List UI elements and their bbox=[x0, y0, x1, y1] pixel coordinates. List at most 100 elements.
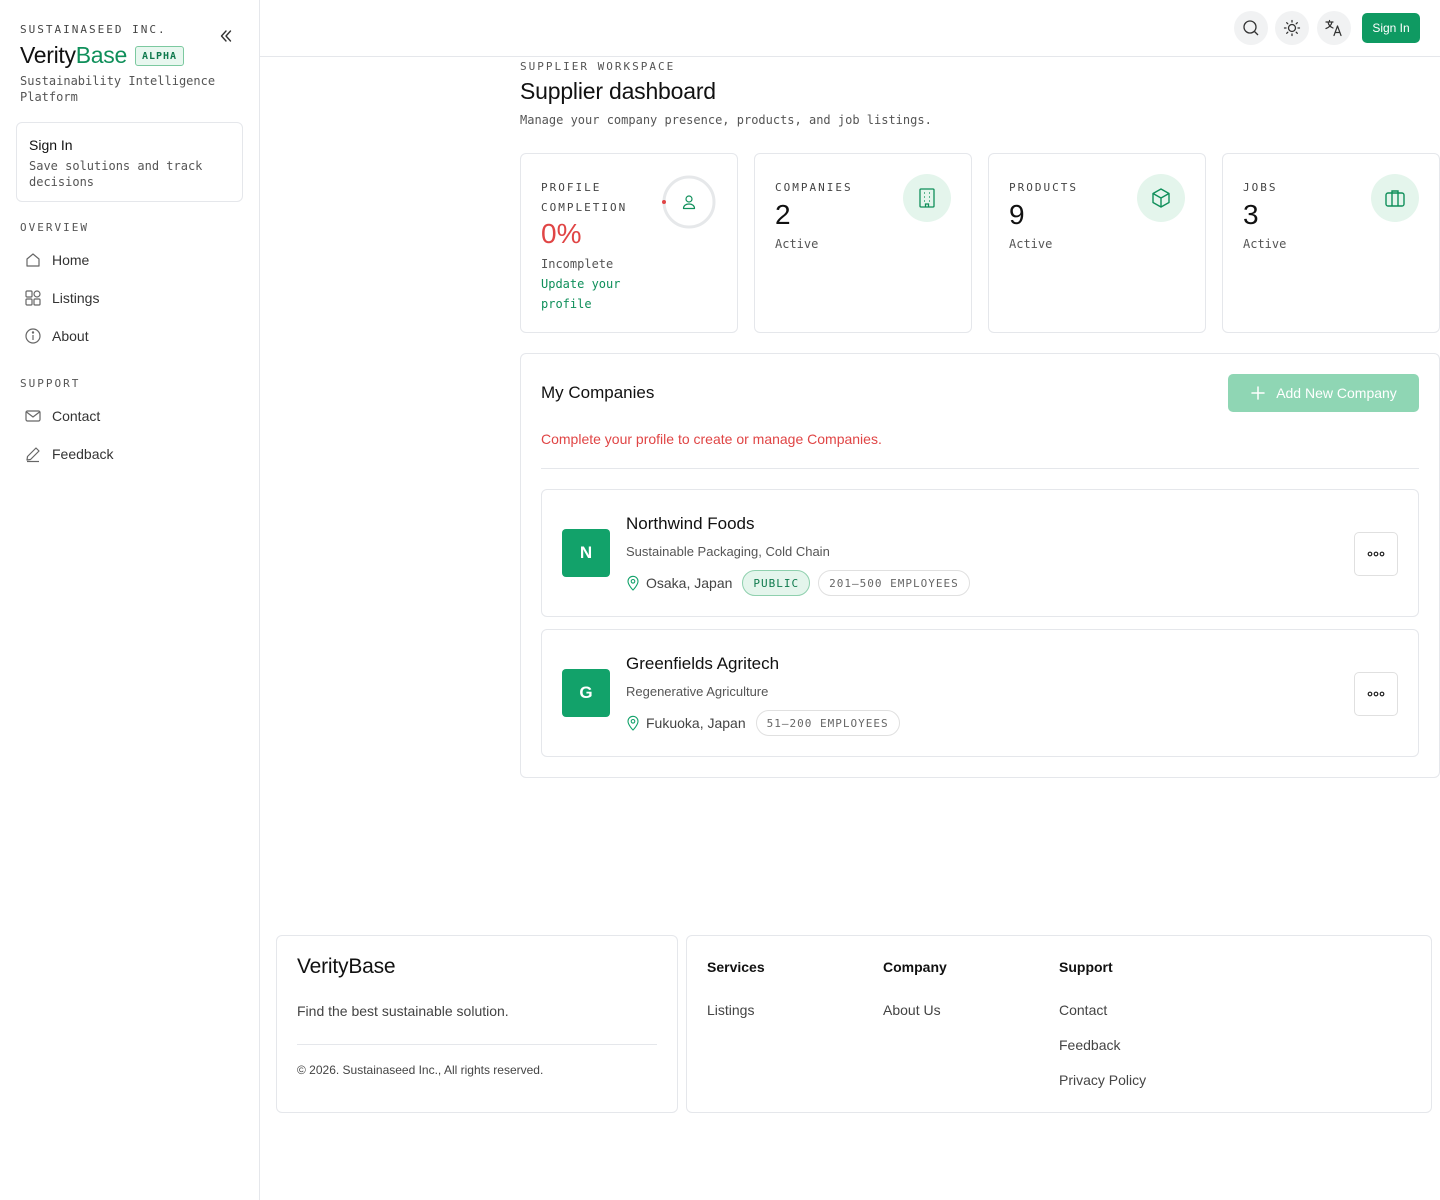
collapse-sidebar-button[interactable] bbox=[216, 26, 236, 46]
page-eyebrow: SUPPLIER WORKSPACE bbox=[520, 60, 676, 73]
company-row[interactable]: G Greenfields Agritech Regenerative Agri… bbox=[541, 629, 1419, 757]
more-horizontal-icon bbox=[1367, 691, 1385, 697]
info-icon bbox=[24, 327, 42, 345]
language-button[interactable] bbox=[1317, 11, 1351, 45]
divider bbox=[297, 1044, 657, 1045]
sidebar-item-label: Home bbox=[52, 252, 90, 268]
company-row[interactable]: N Northwind Foods Sustainable Packaging,… bbox=[541, 489, 1419, 617]
brand-accent: Base bbox=[75, 42, 128, 68]
search-icon bbox=[1243, 20, 1259, 36]
pencil-icon bbox=[24, 445, 42, 463]
products-stat-card: PRODUCTS 9 Active bbox=[988, 153, 1206, 333]
profile-completion-value: 0% bbox=[541, 218, 582, 249]
sidebar-item-listings[interactable]: Listings bbox=[16, 282, 243, 314]
products-count: 9 bbox=[1009, 199, 1025, 230]
footer-heading: Company bbox=[883, 959, 947, 975]
company-location-text: Fukuoka, Japan bbox=[646, 715, 746, 731]
header-signin-button[interactable]: Sign In bbox=[1362, 13, 1420, 43]
sidebar-item-home[interactable]: Home bbox=[16, 244, 243, 276]
search-button[interactable] bbox=[1234, 11, 1268, 45]
stat-label: COMPANIES bbox=[775, 181, 853, 194]
grid-icon bbox=[24, 289, 42, 307]
theme-toggle-button[interactable] bbox=[1275, 11, 1309, 45]
sun-icon bbox=[1283, 19, 1301, 37]
sidebar-item-contact[interactable]: Contact bbox=[16, 400, 243, 432]
profile-status: Incomplete bbox=[541, 257, 614, 271]
translate-icon bbox=[1325, 19, 1342, 37]
footer-heading: Services bbox=[707, 959, 765, 975]
copyright: © 2026. Sustainaseed Inc., All rights re… bbox=[297, 1063, 544, 1077]
map-pin-icon bbox=[626, 575, 640, 591]
visibility-badge: PUBLIC bbox=[742, 570, 811, 596]
company-meta: Osaka, Japan PUBLIC 201–500 EMPLOYEES bbox=[626, 570, 978, 596]
stat-sub: Active bbox=[1009, 237, 1053, 251]
company-categories: Regenerative Agriculture bbox=[626, 684, 769, 699]
sidebar-item-feedback[interactable]: Feedback bbox=[16, 438, 243, 470]
footer-link-contact[interactable]: Contact bbox=[1059, 1002, 1146, 1018]
sidebar-item-label: Contact bbox=[52, 408, 101, 424]
support-section-label: SUPPORT bbox=[20, 377, 81, 390]
add-company-label: Add New Company bbox=[1276, 385, 1397, 401]
companies-stat-card: COMPANIES 2 Active bbox=[754, 153, 972, 333]
company-name[interactable]: Northwind Foods bbox=[626, 514, 755, 534]
signin-card-title: Sign In bbox=[29, 137, 73, 153]
companies-count: 2 bbox=[775, 199, 791, 230]
company-location-text: Osaka, Japan bbox=[646, 575, 733, 591]
footer-column-company: Company About Us bbox=[883, 959, 947, 1037]
sidebar-item-about[interactable]: About bbox=[16, 320, 243, 352]
company-location: Fukuoka, Japan bbox=[626, 715, 746, 731]
stat-label: PROFILE COMPLETION bbox=[541, 181, 628, 214]
footer-links-card: Services Listings Company About Us Suppo… bbox=[686, 935, 1432, 1113]
footer-link-privacy[interactable]: Privacy Policy bbox=[1059, 1072, 1146, 1088]
divider bbox=[541, 468, 1419, 469]
chevrons-left-icon bbox=[220, 30, 232, 42]
footer-brand: VerityBase bbox=[297, 955, 396, 978]
jobs-count: 3 bbox=[1243, 199, 1259, 230]
company-name[interactable]: Greenfields Agritech bbox=[626, 654, 779, 674]
map-pin-icon bbox=[626, 715, 640, 731]
stat-label: JOBS bbox=[1243, 181, 1278, 194]
employees-badge: 201–500 EMPLOYEES bbox=[818, 570, 970, 596]
sidebar-item-label: About bbox=[52, 328, 89, 344]
stat-sub: Active bbox=[775, 237, 819, 251]
sidebar-item-label: Listings bbox=[52, 290, 100, 306]
stat-label: PRODUCTS bbox=[1009, 181, 1078, 194]
company-location: Osaka, Japan bbox=[626, 575, 732, 591]
top-bar: Sign In bbox=[260, 0, 1440, 57]
footer-brand-card: VerityBase Find the best sustainable sol… bbox=[276, 935, 678, 1113]
alpha-badge: ALPHA bbox=[134, 45, 185, 66]
update-profile-link[interactable]: Update your profile bbox=[541, 274, 641, 314]
footer-link-about-us[interactable]: About Us bbox=[883, 1002, 947, 1018]
mail-icon bbox=[24, 407, 42, 425]
building-icon bbox=[903, 174, 951, 222]
company-meta: Fukuoka, Japan 51–200 EMPLOYEES bbox=[626, 710, 908, 736]
brand-main: Verity bbox=[20, 42, 76, 68]
briefcase-icon bbox=[1371, 174, 1419, 222]
sidebar-signin-card[interactable]: Sign In Save solutions and track decisio… bbox=[16, 122, 243, 202]
more-horizontal-icon bbox=[1367, 551, 1385, 557]
overview-section-label: OVERVIEW bbox=[20, 221, 89, 234]
footer-column-support: Support Contact Feedback Privacy Policy bbox=[1059, 959, 1146, 1107]
sidebar: SUSTAINASEED INC. Verity Base ALPHA Susta… bbox=[0, 0, 260, 1200]
profile-progress-ring bbox=[661, 174, 717, 230]
company-categories: Sustainable Packaging, Cold Chain bbox=[626, 544, 830, 559]
package-icon bbox=[1137, 174, 1185, 222]
company-avatar: N bbox=[562, 529, 610, 577]
home-icon bbox=[24, 251, 42, 269]
company-actions-button[interactable] bbox=[1354, 672, 1398, 716]
user-icon bbox=[682, 195, 696, 210]
company-avatar: G bbox=[562, 669, 610, 717]
footer-link-listings[interactable]: Listings bbox=[707, 1002, 765, 1018]
footer-column-services: Services Listings bbox=[707, 959, 765, 1037]
jobs-stat-card: JOBS 3 Active bbox=[1222, 153, 1440, 333]
plus-icon bbox=[1250, 385, 1266, 401]
signin-card-desc: Save solutions and track decisions bbox=[29, 159, 203, 189]
company-actions-button[interactable] bbox=[1354, 532, 1398, 576]
brand-logo[interactable]: Verity Base ALPHA bbox=[20, 42, 185, 69]
sidebar-item-label: Feedback bbox=[52, 446, 114, 462]
page-title: Supplier dashboard bbox=[520, 78, 716, 104]
add-company-button[interactable]: Add New Company bbox=[1228, 374, 1419, 412]
employees-badge: 51–200 EMPLOYEES bbox=[755, 710, 900, 736]
profile-completion-card: PROFILE COMPLETION 0% Incomplete Update … bbox=[520, 153, 738, 333]
footer-link-feedback[interactable]: Feedback bbox=[1059, 1037, 1146, 1053]
